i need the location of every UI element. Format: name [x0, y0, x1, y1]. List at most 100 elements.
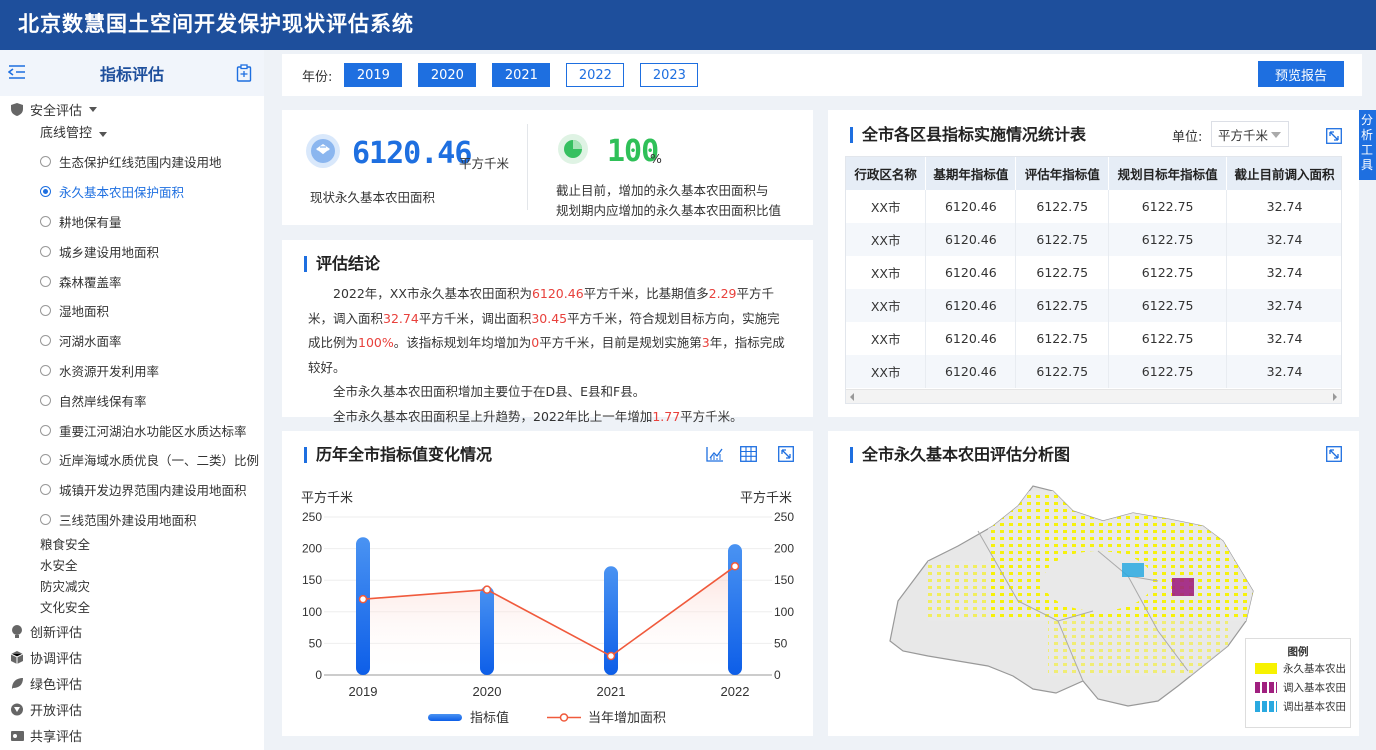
subgroup-water[interactable]: 水安全 — [0, 555, 264, 576]
group-green[interactable]: 绿色评估 — [0, 670, 264, 696]
highlight-value: 2.29 — [708, 286, 737, 301]
column-header[interactable]: 行政区名称 — [846, 157, 927, 190]
text-segment: 平方千米，目前是规划实施第 — [539, 335, 702, 350]
y-tick-label-right: 0 — [774, 668, 781, 682]
radio-button[interactable] — [40, 275, 51, 287]
radio-button[interactable] — [40, 454, 51, 466]
sidebar-indicator-item[interactable]: 河湖水面率 — [0, 326, 264, 356]
conclusion-paragraph-2: 全市永久基本农田面积增加主要位于在D县、E县和F县。 — [333, 384, 646, 399]
table-cell: 6120.46 — [925, 289, 1017, 322]
line-point-2021 — [606, 651, 616, 661]
radio-button[interactable] — [40, 424, 51, 436]
indicator-label: 城乡建设用地面积 — [59, 244, 160, 260]
column-header[interactable]: 规划目标年指标值 — [1108, 157, 1228, 190]
radio-button[interactable] — [40, 186, 51, 198]
radio-button[interactable] — [40, 394, 51, 406]
stats-panel: 6120.46 平方千米 现状永久基本农田面积 100 % 截止目前，增加的永久… — [282, 110, 813, 225]
legend-item: 调入基本农田 — [1246, 678, 1350, 697]
radio-button[interactable] — [40, 335, 51, 347]
subgroup-baseline[interactable]: 底线管控 — [0, 121, 264, 147]
subgroup-food[interactable]: 粮食安全 — [0, 534, 264, 555]
highlight-value: 30.45 — [531, 310, 568, 326]
ratio-caption-line2: 规划期内应增加的永久基本农田面积比值 — [556, 203, 782, 218]
column-header[interactable]: 评估年指标值 — [1015, 157, 1110, 190]
column-header[interactable]: 截止目前调入面积 — [1226, 157, 1341, 190]
group-label: 创新评估 — [30, 625, 83, 641]
sidebar-indicator-item[interactable]: 耕地保有量 — [0, 207, 264, 237]
group-innovation[interactable]: 创新评估 — [0, 618, 264, 644]
group-open[interactable]: 开放评估 — [0, 696, 264, 722]
table-cell: 6120.46 — [925, 223, 1017, 256]
ratio-caption-line1: 截止目前，增加的永久基本农田面积与 — [556, 183, 769, 198]
indicator-label: 耕地保有量 — [59, 214, 122, 230]
table-row[interactable]: XX市 6120.46 6122.75 6122.75 32.74 — [846, 289, 1341, 322]
expand-icon[interactable] — [1326, 128, 1342, 148]
legend-label: 永久基本农出 — [1283, 663, 1346, 675]
subgroup-disaster[interactable]: 防灾减灾 — [0, 576, 264, 597]
year-button-2023[interactable]: 2023 — [640, 63, 699, 87]
transfer-out-area — [1122, 563, 1144, 577]
text-segment: 平方千米，调出面积 — [418, 310, 532, 326]
table-row[interactable]: XX市 6120.46 6122.75 6122.75 32.74 — [846, 190, 1341, 223]
radio-button[interactable] — [40, 513, 51, 525]
radio-button[interactable] — [40, 305, 51, 317]
sidebar-indicator-item[interactable]: 三线范围外建设用地面积 — [0, 505, 264, 535]
sidebar: 指标评估 安全评估 底线管控 生态保护红线范围内建设用地 永久基本农田保护面积 耕地… — [0, 50, 264, 750]
year-button-2020[interactable]: 2020 — [418, 63, 477, 87]
sidebar-indicator-item[interactable]: 生态保护红线范围内建设用地 — [0, 147, 264, 177]
sidebar-indicator-item[interactable]: 永久基本农田保护面积 — [0, 177, 264, 207]
table-cell: 6120.46 — [925, 256, 1017, 289]
subgroup-culture[interactable]: 文化安全 — [0, 597, 264, 618]
table-row[interactable]: XX市 6120.46 6122.75 6122.75 32.74 — [846, 355, 1341, 388]
radio-button[interactable] — [40, 245, 51, 257]
highlight-value: 3 — [701, 335, 710, 350]
radio-button[interactable] — [40, 215, 51, 227]
clipboard-icon[interactable] — [236, 64, 252, 86]
line-point-2019 — [358, 594, 368, 604]
legend-line-marker — [559, 713, 569, 722]
unit-select[interactable]: 平方千米 — [1211, 121, 1289, 147]
sidebar-indicator-item[interactable]: 城镇开发边界范围内建设用地面积 — [0, 475, 264, 505]
analysis-tool-tab[interactable]: 分析工具 — [1358, 110, 1376, 180]
y-tick-label-left: 0 — [315, 668, 322, 682]
table-cell: 6122.75 — [1015, 256, 1110, 289]
year-button-2021[interactable]: 2021 — [492, 63, 551, 87]
preview-report-button[interactable]: 预览报告 — [1258, 61, 1344, 87]
radio-button[interactable] — [40, 156, 51, 168]
collapse-icon[interactable] — [7, 64, 26, 84]
sidebar-indicator-item[interactable]: 重要江河湖泊水功能区水质达标率 — [0, 415, 264, 445]
map-panel: 全市永久基本农田评估分析图 图例 永久基本农出 调入基本农田 调出基本农田 — [828, 431, 1359, 736]
transfer-in-area — [1172, 578, 1194, 596]
sidebar-indicator-item[interactable]: 城乡建设用地面积 — [0, 236, 264, 266]
table-row[interactable]: XX市 6120.46 6122.75 6122.75 32.74 — [846, 223, 1341, 256]
scroll-right-icon[interactable] — [1333, 393, 1337, 401]
sidebar-indicator-item[interactable]: 森林覆盖率 — [0, 266, 264, 296]
map-legend: 图例 永久基本农出 调入基本农田 调出基本农田 — [1245, 638, 1351, 728]
group-share[interactable]: 共享评估 — [0, 722, 264, 748]
year-button-2019[interactable]: 2019 — [344, 63, 403, 87]
sidebar-indicator-item[interactable]: 水资源开发利用率 — [0, 356, 264, 386]
text-segment: 。该指标规划年均增加为 — [393, 335, 532, 350]
scroll-left-icon[interactable] — [850, 393, 854, 401]
radio-button[interactable] — [40, 364, 51, 376]
indicator-label: 森林覆盖率 — [59, 274, 122, 290]
group-coordination[interactable]: 协调评估 — [0, 644, 264, 670]
y-tick-label-right: 50 — [774, 636, 788, 650]
column-header[interactable]: 基期年指标值 — [925, 157, 1017, 190]
table-row[interactable]: XX市 6120.46 6122.75 6122.75 32.74 — [846, 256, 1341, 289]
line-point-2022 — [730, 562, 740, 571]
sidebar-indicator-item[interactable]: 近岸海域水质优良（一、二类）比例 — [0, 445, 264, 475]
group-safety[interactable]: 安全评估 — [0, 97, 264, 121]
table-row[interactable]: XX市 6120.46 6122.75 6122.75 32.74 — [846, 322, 1341, 355]
sidebar-indicator-item[interactable]: 自然岸线保有率 — [0, 385, 264, 415]
group-label: 安全评估 — [30, 103, 83, 119]
table-cell: 6122.75 — [1015, 190, 1110, 223]
subgroup-label: 底线管控 — [40, 126, 93, 141]
radio-button[interactable] — [40, 484, 51, 496]
table-cell: XX市 — [846, 289, 927, 322]
sidebar-indicator-item[interactable]: 湿地面积 — [0, 296, 264, 326]
year-button-2022[interactable]: 2022 — [566, 63, 625, 87]
horizontal-scrollbar[interactable] — [846, 389, 1341, 403]
table-cell: 6122.75 — [1108, 190, 1228, 223]
text-segment: 平方千米。 — [680, 408, 743, 424]
